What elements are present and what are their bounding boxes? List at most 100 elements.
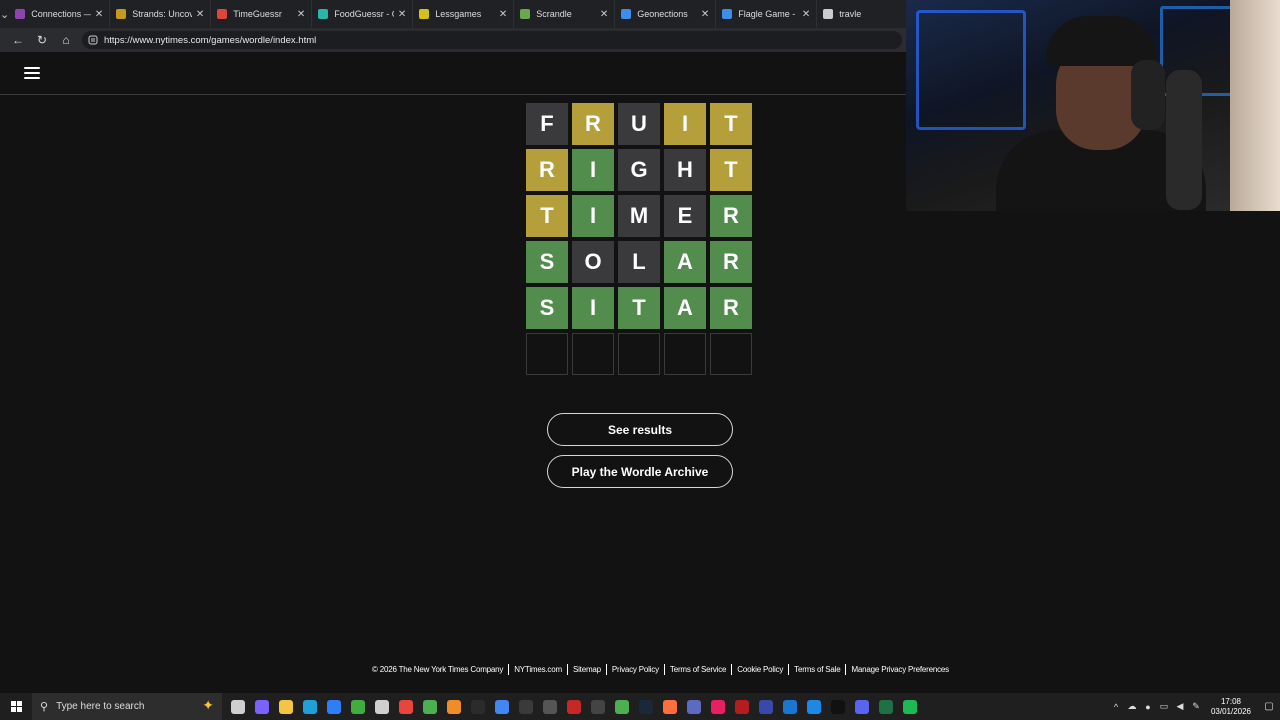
taskbar-search-box[interactable]: ⚲ Type here to search ✦ bbox=[32, 693, 222, 720]
tab-favicon-icon bbox=[823, 9, 834, 19]
mail-icon[interactable] bbox=[322, 693, 346, 720]
tiktok-icon[interactable] bbox=[826, 693, 850, 720]
back-arrow-icon[interactable]: ← bbox=[6, 29, 30, 51]
tab-search-chevron-icon[interactable]: ⌄ bbox=[0, 0, 9, 28]
tab-close-icon[interactable]: ✕ bbox=[297, 9, 305, 20]
edge-icon[interactable] bbox=[298, 693, 322, 720]
home-icon[interactable]: ⌂ bbox=[54, 29, 78, 51]
board-tile: T bbox=[618, 287, 660, 329]
footer-link[interactable]: NYTimes.com bbox=[508, 663, 567, 675]
board-tile: E bbox=[664, 195, 706, 237]
browser-tab[interactable]: Geonections ✕ bbox=[615, 0, 717, 28]
file-explorer-icon[interactable] bbox=[274, 693, 298, 720]
chrome-alt-icon[interactable] bbox=[418, 693, 442, 720]
maps-pin-icon[interactable] bbox=[706, 693, 730, 720]
microphone-icon[interactable]: ● bbox=[1140, 693, 1156, 720]
app-square-icon[interactable] bbox=[778, 693, 802, 720]
board-tile: A bbox=[664, 287, 706, 329]
tab-favicon-icon bbox=[318, 9, 329, 19]
copilot-icon[interactable] bbox=[250, 693, 274, 720]
clock-time: 17:08 bbox=[1220, 696, 1242, 706]
clock[interactable]: 17:08 03/01/2026 bbox=[1204, 697, 1258, 717]
tab-title: Strands: Uncover bbox=[132, 9, 192, 19]
task-view-icon[interactable] bbox=[226, 693, 250, 720]
browser-tab[interactable]: Scrandle ✕ bbox=[514, 0, 616, 28]
app-4k-icon[interactable] bbox=[586, 693, 610, 720]
search-icon: ⚲ bbox=[40, 701, 49, 713]
spotify-icon[interactable] bbox=[898, 693, 922, 720]
app-triangle-icon[interactable] bbox=[802, 693, 826, 720]
board-tile: I bbox=[664, 103, 706, 145]
app-v-icon[interactable] bbox=[682, 693, 706, 720]
board-tile bbox=[526, 333, 568, 375]
pen-icon[interactable]: ✎ bbox=[1188, 693, 1204, 720]
search-highlight-icon[interactable]: ✦ bbox=[202, 697, 214, 714]
footer-link[interactable]: Privacy Policy bbox=[605, 663, 664, 675]
app-red-icon[interactable] bbox=[562, 693, 586, 720]
minecraft-icon[interactable] bbox=[610, 693, 634, 720]
board-tile bbox=[710, 333, 752, 375]
tab-favicon-icon bbox=[217, 9, 228, 19]
app-ring-icon[interactable] bbox=[730, 693, 754, 720]
start-button[interactable] bbox=[0, 693, 32, 720]
app-gradient-icon[interactable] bbox=[658, 693, 682, 720]
board-tile: A bbox=[664, 241, 706, 283]
reload-icon[interactable]: ↻ bbox=[30, 29, 54, 51]
browser-tab[interactable]: Connections — Th ✕ bbox=[9, 0, 111, 28]
tab-close-icon[interactable]: ✕ bbox=[802, 9, 810, 20]
board-tile: T bbox=[710, 149, 752, 191]
tab-close-icon[interactable]: ✕ bbox=[499, 9, 507, 20]
board-tile: H bbox=[664, 149, 706, 191]
onedrive-icon[interactable]: ☁ bbox=[1124, 693, 1140, 720]
chrome-icon[interactable] bbox=[394, 693, 418, 720]
tab-close-icon[interactable]: ✕ bbox=[95, 9, 103, 20]
see-results-button[interactable]: See results bbox=[547, 413, 733, 446]
url-text: https://www.nytimes.com/games/wordle/ind… bbox=[104, 34, 317, 46]
tab-close-icon[interactable]: ✕ bbox=[701, 9, 709, 20]
tab-title: TimeGuessr bbox=[233, 9, 282, 19]
app-dark-icon[interactable] bbox=[466, 693, 490, 720]
store-icon[interactable] bbox=[370, 693, 394, 720]
tab-close-icon[interactable]: ✕ bbox=[600, 9, 608, 20]
steam-icon[interactable] bbox=[634, 693, 658, 720]
tab-close-icon[interactable]: ✕ bbox=[398, 9, 406, 20]
footer-link[interactable]: Sitemap bbox=[566, 663, 606, 675]
excel-icon[interactable] bbox=[874, 693, 898, 720]
footer-link[interactable]: Terms of Service bbox=[663, 663, 731, 675]
browser-tab[interactable]: Strands: Uncover ✕ bbox=[110, 0, 212, 28]
board-tile bbox=[664, 333, 706, 375]
discord-icon[interactable] bbox=[850, 693, 874, 720]
chrome-beta-icon[interactable] bbox=[490, 693, 514, 720]
browser-tab[interactable]: FoodGuessr - Gue ✕ bbox=[312, 0, 414, 28]
url-field[interactable]: https://www.nytimes.com/games/wordle/ind… bbox=[82, 31, 902, 49]
browser-tab[interactable]: Lessgames ✕ bbox=[413, 0, 515, 28]
wordle-header bbox=[0, 52, 906, 95]
app-orange-icon[interactable] bbox=[442, 693, 466, 720]
volume-icon[interactable]: ◀ bbox=[1172, 693, 1188, 720]
tab-close-icon[interactable]: ✕ bbox=[196, 9, 204, 20]
site-info-icon[interactable] bbox=[88, 35, 98, 45]
notifications-icon[interactable]: ▢ bbox=[1258, 693, 1280, 720]
footer-link[interactable]: Terms of Sale bbox=[788, 663, 845, 675]
xbox-icon[interactable] bbox=[346, 693, 370, 720]
browser-tab[interactable]: Flagle Game - Da ✕ bbox=[716, 0, 818, 28]
clock-date: 03/01/2026 bbox=[1210, 706, 1252, 716]
network-icon[interactable]: ▭ bbox=[1156, 693, 1172, 720]
board-tile: S bbox=[526, 241, 568, 283]
play-archive-button[interactable]: Play the Wordle Archive bbox=[547, 455, 733, 488]
footer-link[interactable]: Manage Privacy Preferences bbox=[845, 663, 954, 675]
app-circle-icon[interactable] bbox=[754, 693, 778, 720]
tab-favicon-icon bbox=[621, 9, 632, 19]
app-grid-icon[interactable] bbox=[538, 693, 562, 720]
browser-address-bar: ← ↻ ⌂ https://www.nytimes.com/games/word… bbox=[0, 28, 906, 52]
menu-hamburger-icon[interactable] bbox=[24, 67, 40, 79]
tab-favicon-icon bbox=[15, 9, 26, 19]
tab-title: Lessgames bbox=[435, 9, 482, 19]
footer-link[interactable]: Cookie Policy bbox=[731, 663, 788, 675]
system-tray: ^ ☁ ● ▭ ◀ ✎ 17:08 03/01/2026 ▢ bbox=[1108, 693, 1280, 720]
browser-tab[interactable]: TimeGuessr ✕ bbox=[211, 0, 313, 28]
obs-icon[interactable] bbox=[514, 693, 538, 720]
chevron-up-icon[interactable]: ^ bbox=[1108, 693, 1124, 720]
browser-tab[interactable]: travle bbox=[817, 0, 919, 28]
tab-title: Connections — Th bbox=[31, 9, 91, 19]
